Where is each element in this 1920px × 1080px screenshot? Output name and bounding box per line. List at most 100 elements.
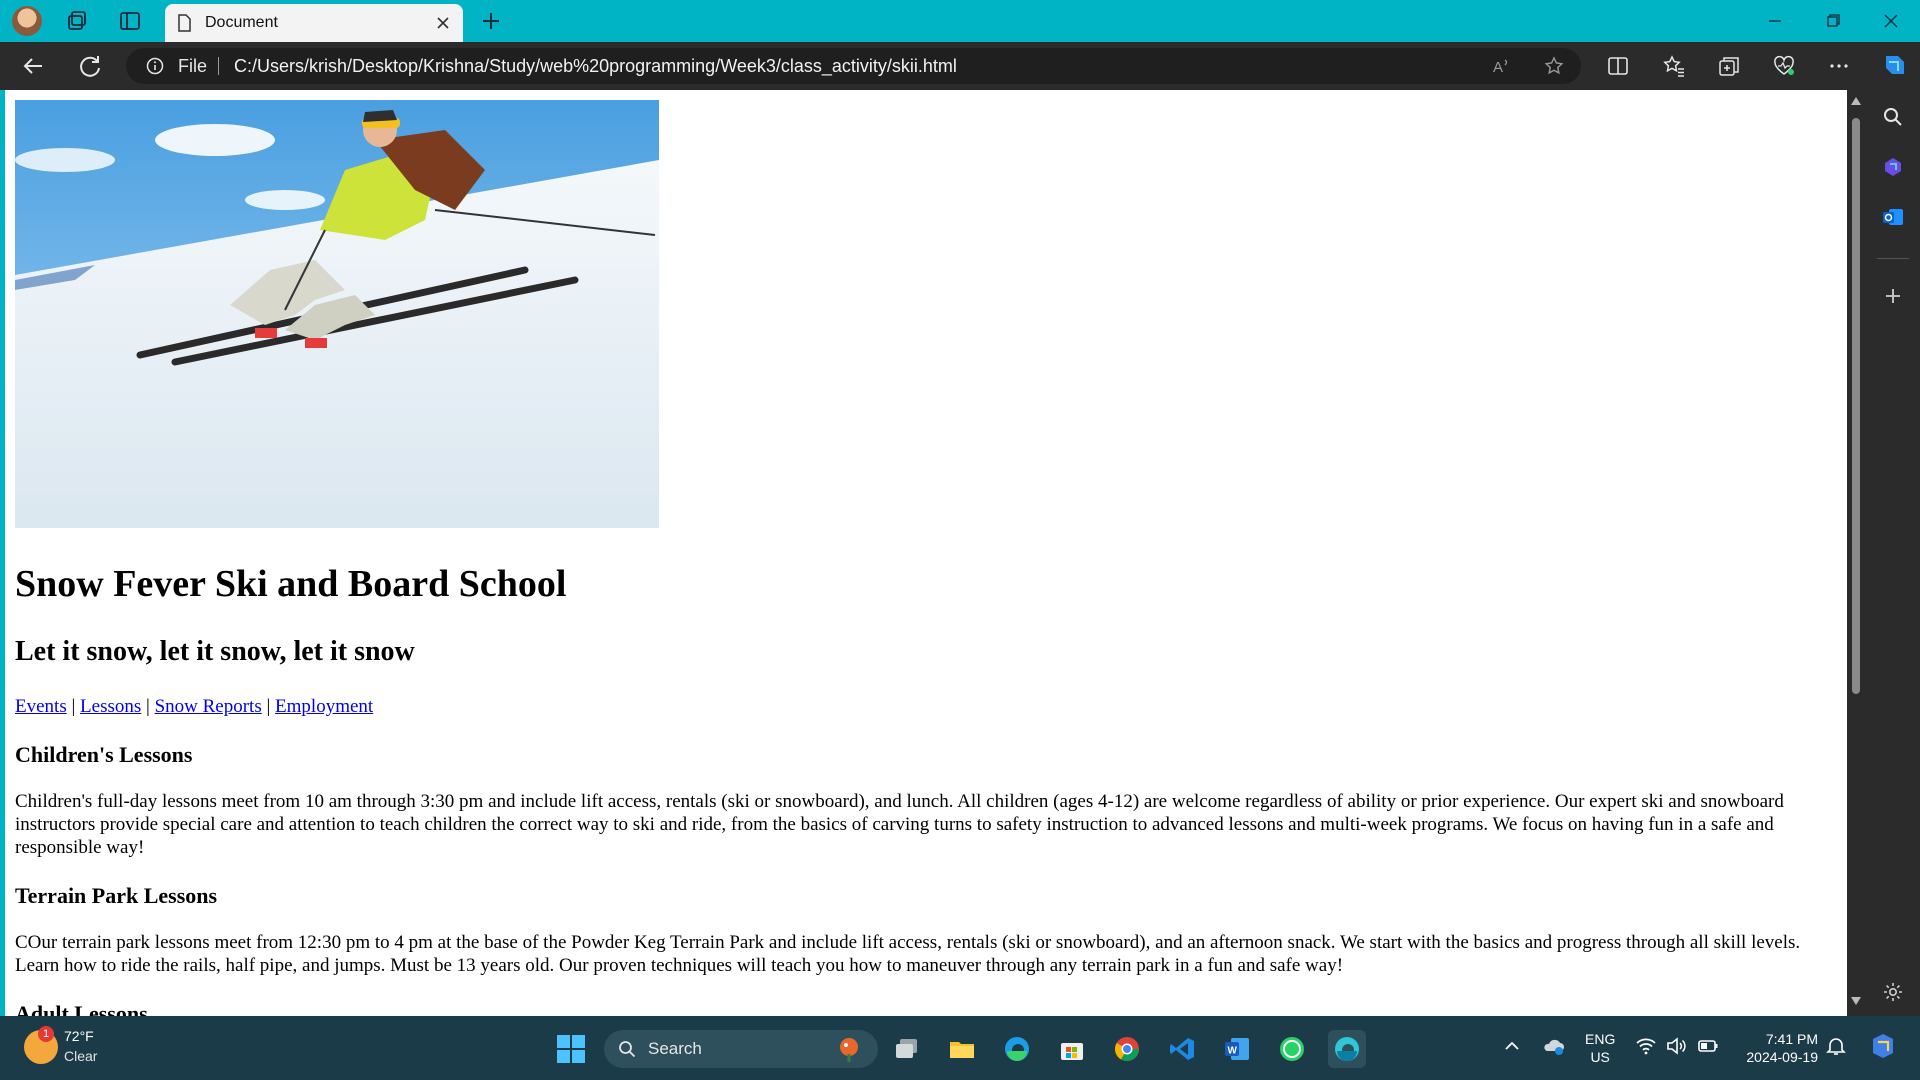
- tab-title: Document: [205, 14, 278, 31]
- taskbar-store[interactable]: [1053, 1030, 1091, 1068]
- restore-icon[interactable]: [1810, 8, 1856, 34]
- section-body-childrens-lessons: Children's full-day lessons meet from 10…: [15, 791, 1784, 858]
- store-icon: [1061, 1043, 1083, 1060]
- back-icon[interactable]: [20, 52, 48, 80]
- svg-text:A: A: [1493, 59, 1503, 76]
- task-view-icon: [896, 1039, 917, 1058]
- browser-toolbar: File C:/Users/krish/Desktop/Krishna/Stud…: [0, 42, 1920, 90]
- split-screen-icon[interactable]: [1606, 54, 1630, 78]
- show-hidden-icons-icon[interactable]: [1500, 1034, 1524, 1058]
- vscode-icon: [1170, 1038, 1194, 1060]
- edge-dev-icon: [1335, 1037, 1359, 1061]
- section-heading-adult-lessons: Adult Lessons: [15, 1001, 148, 1016]
- system-clock[interactable]: 7:41 PM 2024-09-19: [1738, 1030, 1818, 1066]
- language-indicator[interactable]: ENG US: [1585, 1030, 1615, 1066]
- url-text[interactable]: C:/Users/krish/Desktop/Krishna/Study/web…: [234, 56, 957, 77]
- notifications-bell-icon[interactable]: [1824, 1034, 1848, 1058]
- language-primary: ENG: [1585, 1031, 1616, 1047]
- weather-notification-badge: 1: [38, 1026, 54, 1042]
- refresh-icon[interactable]: [76, 52, 104, 80]
- settings-gear-icon[interactable]: [1881, 980, 1905, 1004]
- page-icon: [178, 14, 191, 32]
- section-body-terrain-park-lessons: COur terrain park lessons meet from 12:3…: [15, 932, 1801, 976]
- folder-icon: [950, 1042, 974, 1058]
- scrollbar-thumb[interactable]: [1852, 118, 1860, 694]
- close-tab-icon[interactable]: [433, 13, 453, 33]
- copilot-taskbar-icon[interactable]: [1868, 1031, 1898, 1061]
- scroll-up-arrow-icon[interactable]: [1850, 96, 1862, 106]
- taskbar-edge[interactable]: [998, 1030, 1036, 1068]
- taskbar-whatsapp[interactable]: [1273, 1030, 1311, 1068]
- chrome-icon: [1114, 1037, 1139, 1062]
- read-aloud-icon[interactable]: A: [1492, 56, 1512, 76]
- search-label: Search: [648, 1039, 702, 1058]
- edge-browser-icon: [1005, 1037, 1029, 1061]
- page-subtitle: Let it snow, let it snow, let it snow: [15, 636, 415, 667]
- taskbar-chrome[interactable]: [1108, 1030, 1146, 1068]
- copilot-app-icon[interactable]: [1881, 155, 1905, 179]
- volume-icon[interactable]: [1664, 1034, 1688, 1058]
- svg-text:W: W: [1228, 1046, 1238, 1057]
- sidebar-divider: [1877, 258, 1909, 259]
- address-bar[interactable]: File C:/Users/krish/Desktop/Krishna/Stud…: [126, 48, 1581, 84]
- onedrive-icon[interactable]: [1542, 1034, 1566, 1058]
- whatsapp-icon: [1280, 1037, 1304, 1061]
- skier-hero-image: [15, 100, 659, 528]
- taskbar-search[interactable]: Search: [604, 1030, 878, 1068]
- site-info-icon[interactable]: [146, 57, 164, 75]
- more-options-icon[interactable]: [1827, 54, 1851, 78]
- collections-icon[interactable]: [1717, 54, 1741, 78]
- close-window-icon[interactable]: [1868, 8, 1914, 34]
- clock-time: 7:41 PM: [1765, 1031, 1818, 1047]
- nav-separator: |: [146, 696, 150, 717]
- windows-start-icon[interactable]: [556, 1034, 586, 1064]
- page-scrollbar[interactable]: [1847, 90, 1865, 1016]
- profile-avatar[interactable]: [12, 6, 42, 36]
- section-heading-childrens-lessons: Children's Lessons: [15, 742, 193, 767]
- page-content: Snow Fever Ski and Board School Let it s…: [15, 100, 1835, 1016]
- site-nav: Events | Lessons | Snow Reports | Employ…: [15, 696, 1835, 718]
- nav-separator: |: [266, 696, 271, 717]
- taskbar-edge-dev[interactable]: [1328, 1030, 1366, 1068]
- search-icon: [619, 1041, 636, 1058]
- favorites-icon[interactable]: [1662, 54, 1686, 78]
- taskbar-task-view[interactable]: [888, 1030, 926, 1068]
- workspaces-icon[interactable]: [66, 9, 90, 33]
- language-secondary: US: [1590, 1049, 1610, 1065]
- scroll-down-arrow-icon[interactable]: [1850, 996, 1862, 1006]
- page-title: Snow Fever Ski and Board School: [15, 563, 567, 605]
- battery-icon[interactable]: [1696, 1034, 1720, 1058]
- nav-link-lessons[interactable]: Lessons: [80, 696, 141, 717]
- weather-temperature: 72°F: [64, 1028, 94, 1044]
- vertical-tabs-icon[interactable]: [118, 9, 142, 33]
- favorite-star-icon[interactable]: [1544, 56, 1564, 76]
- taskbar-word[interactable]: W: [1218, 1030, 1256, 1068]
- search-highlight-icon: [840, 1038, 858, 1062]
- minimize-icon[interactable]: [1752, 8, 1798, 34]
- nav-separator: |: [71, 696, 76, 717]
- nav-link-snow-reports[interactable]: Snow Reports: [155, 696, 262, 717]
- url-scheme-label: File: [178, 56, 208, 76]
- wifi-icon[interactable]: [1634, 1034, 1658, 1058]
- copilot-icon[interactable]: [1880, 50, 1910, 80]
- nav-link-employment[interactable]: Employment: [275, 696, 373, 717]
- browser-tab-bar: Document: [0, 0, 1920, 42]
- add-icon[interactable]: [1881, 284, 1905, 308]
- url-separator: [218, 57, 219, 75]
- page-viewport: Snow Fever Ski and Board School Let it s…: [5, 90, 1847, 1016]
- taskbar-file-explorer[interactable]: [943, 1030, 981, 1068]
- windows-taskbar: 1 72°F Clear Search W ENG US 7:41 PM 202…: [0, 1016, 1920, 1080]
- weather-condition: Clear: [64, 1048, 98, 1064]
- tab-document[interactable]: Document: [165, 4, 463, 42]
- clock-date: 2024-09-19: [1746, 1049, 1818, 1065]
- nav-link-events[interactable]: Events: [15, 696, 67, 717]
- search-icon[interactable]: [1881, 105, 1905, 129]
- edge-sidebar: [1865, 90, 1920, 1016]
- taskbar-vscode[interactable]: [1163, 1030, 1201, 1068]
- weather-widget[interactable]: 1 72°F Clear: [24, 1026, 164, 1070]
- word-icon: W: [1225, 1038, 1249, 1060]
- new-tab-icon[interactable]: [478, 8, 504, 34]
- browser-essentials-icon[interactable]: [1772, 54, 1796, 78]
- section-heading-terrain-park-lessons: Terrain Park Lessons: [15, 883, 218, 908]
- outlook-icon[interactable]: [1881, 205, 1905, 229]
